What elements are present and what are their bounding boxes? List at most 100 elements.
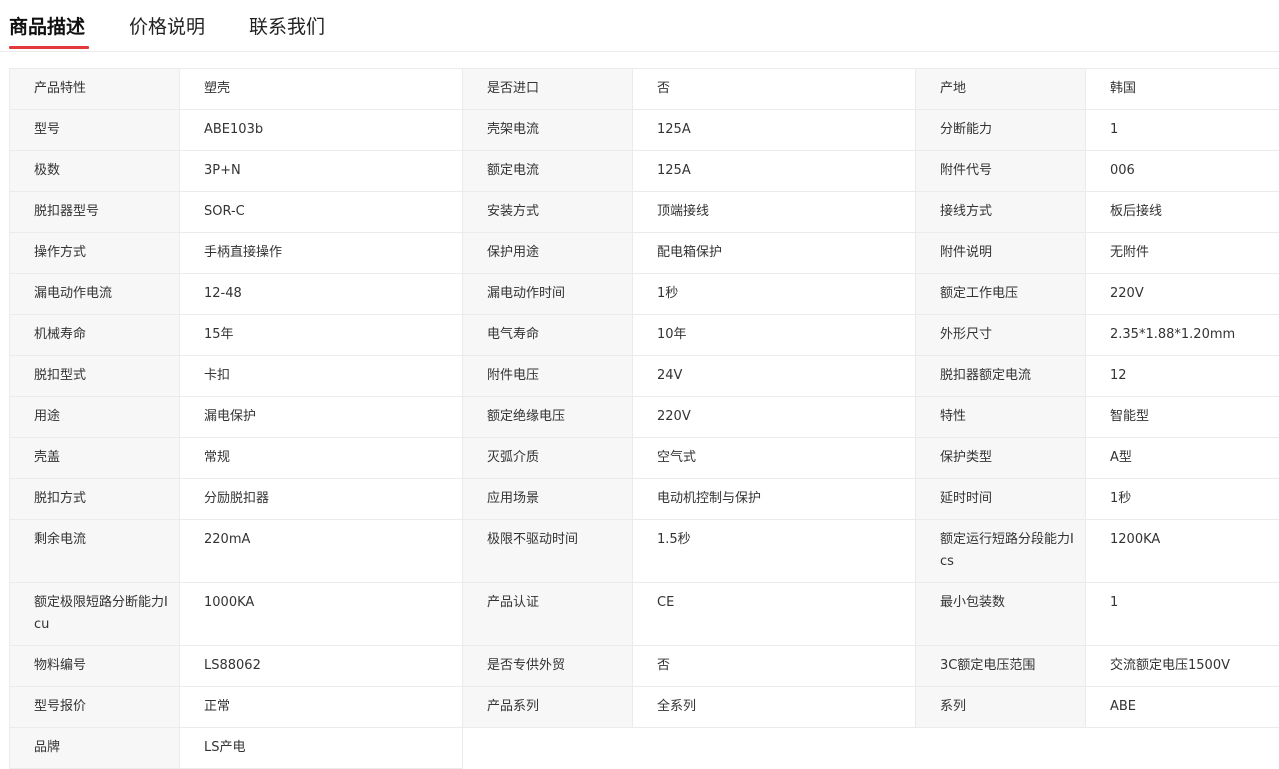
spec-value: 12 [1086,356,1279,397]
spec-value: 1000KA [180,583,463,646]
spec-label: 3C额定电压范围 [916,646,1086,687]
spec-value: 卡扣 [180,356,463,397]
spec-label: 型号 [10,110,180,151]
spec-value: 1 [1086,583,1279,646]
spec-label: 电气寿命 [463,315,633,356]
spec-label: 额定绝缘电压 [463,397,633,438]
spec-value: A型 [1086,438,1279,479]
empty-cell [1086,728,1279,769]
spec-value: 配电箱保护 [633,233,916,274]
spec-value: 1.5秒 [633,520,916,583]
spec-value: ABE103b [180,110,463,151]
spec-value: 分励脱扣器 [180,479,463,520]
spec-value: 空气式 [633,438,916,479]
spec-label: 极限不驱动时间 [463,520,633,583]
spec-label: 应用场景 [463,479,633,520]
table-row: 额定极限短路分断能力Icu1000KA产品认证CE最小包装数1 [10,583,1279,646]
table-row: 物料编号LS88062是否专供外贸否3C额定电压范围交流额定电压1500V [10,646,1279,687]
empty-cell [463,728,633,769]
table-row: 极数3P+N额定电流125A附件代号006 [10,151,1279,192]
spec-value: 1 [1086,110,1279,151]
spec-label: 壳盖 [10,438,180,479]
spec-value: 电动机控制与保护 [633,479,916,520]
spec-value: 2.35*1.88*1.20mm [1086,315,1279,356]
spec-value: SOR-C [180,192,463,233]
spec-value: LS产电 [180,728,463,769]
tab-bar: 商品描述 价格说明 联系我们 [0,0,1279,52]
table-row: 机械寿命15年电气寿命10年外形尺寸2.35*1.88*1.20mm [10,315,1279,356]
spec-value: 1秒 [633,274,916,315]
spec-label: 壳架电流 [463,110,633,151]
spec-value: 220mA [180,520,463,583]
table-row: 用途漏电保护额定绝缘电压220V特性智能型 [10,397,1279,438]
spec-label: 脱扣方式 [10,479,180,520]
spec-label: 保护类型 [916,438,1086,479]
table-row: 品牌LS产电 [10,728,1279,769]
spec-label: 额定电流 [463,151,633,192]
spec-value: 手柄直接操作 [180,233,463,274]
spec-value: 交流额定电压1500V [1086,646,1279,687]
tab-contact-us[interactable]: 联系我们 [249,12,325,39]
spec-label: 是否专供外贸 [463,646,633,687]
spec-label: 是否进口 [463,69,633,110]
spec-label: 额定运行短路分段能力Ics [916,520,1086,583]
table-row: 漏电动作电流12-48漏电动作时间1秒额定工作电压220V [10,274,1279,315]
table-row: 产品特性塑壳是否进口否产地韩国 [10,69,1279,110]
product-spec-table: 产品特性塑壳是否进口否产地韩国型号ABE103b壳架电流125A分断能力1极数3… [9,68,1279,769]
table-row: 剩余电流220mA极限不驱动时间1.5秒额定运行短路分段能力Ics1200KA [10,520,1279,583]
spec-label: 产品认证 [463,583,633,646]
spec-value: 220V [1086,274,1279,315]
spec-label: 产地 [916,69,1086,110]
spec-label: 保护用途 [463,233,633,274]
spec-label: 品牌 [10,728,180,769]
spec-value: 125A [633,110,916,151]
spec-label: 灭弧介质 [463,438,633,479]
spec-value: 否 [633,646,916,687]
spec-label: 产品特性 [10,69,180,110]
spec-value: 220V [633,397,916,438]
spec-value: 漏电保护 [180,397,463,438]
spec-value: 韩国 [1086,69,1279,110]
spec-label: 操作方式 [10,233,180,274]
tab-price-notes[interactable]: 价格说明 [129,12,205,39]
spec-label: 最小包装数 [916,583,1086,646]
spec-label: 物料编号 [10,646,180,687]
empty-cell [633,728,916,769]
spec-value: 1200KA [1086,520,1279,583]
spec-value: 125A [633,151,916,192]
spec-value: 顶端接线 [633,192,916,233]
spec-label: 机械寿命 [10,315,180,356]
spec-label: 用途 [10,397,180,438]
table-row: 型号ABE103b壳架电流125A分断能力1 [10,110,1279,151]
spec-value: 无附件 [1086,233,1279,274]
spec-value: 智能型 [1086,397,1279,438]
spec-label: 漏电动作时间 [463,274,633,315]
tab-product-description[interactable]: 商品描述 [9,12,85,39]
spec-value: 15年 [180,315,463,356]
spec-label: 附件说明 [916,233,1086,274]
spec-value: 10年 [633,315,916,356]
spec-value: 塑壳 [180,69,463,110]
spec-value: 板后接线 [1086,192,1279,233]
spec-label: 安装方式 [463,192,633,233]
spec-label: 延时时间 [916,479,1086,520]
spec-label: 漏电动作电流 [10,274,180,315]
spec-value: 24V [633,356,916,397]
table-row: 脱扣型式卡扣附件电压24V脱扣器额定电流12 [10,356,1279,397]
spec-label: 极数 [10,151,180,192]
spec-label: 分断能力 [916,110,1086,151]
table-row: 脱扣器型号SOR-C安装方式顶端接线接线方式板后接线 [10,192,1279,233]
spec-value: 006 [1086,151,1279,192]
spec-value: 3P+N [180,151,463,192]
spec-label: 附件代号 [916,151,1086,192]
spec-label: 额定极限短路分断能力Icu [10,583,180,646]
active-tab-indicator [9,46,89,49]
table-row: 操作方式手柄直接操作保护用途配电箱保护附件说明无附件 [10,233,1279,274]
spec-label: 接线方式 [916,192,1086,233]
spec-label: 特性 [916,397,1086,438]
table-row: 壳盖常规灭弧介质空气式保护类型A型 [10,438,1279,479]
spec-label: 脱扣型式 [10,356,180,397]
spec-value: 12-48 [180,274,463,315]
spec-label: 脱扣器额定电流 [916,356,1086,397]
spec-label: 脱扣器型号 [10,192,180,233]
